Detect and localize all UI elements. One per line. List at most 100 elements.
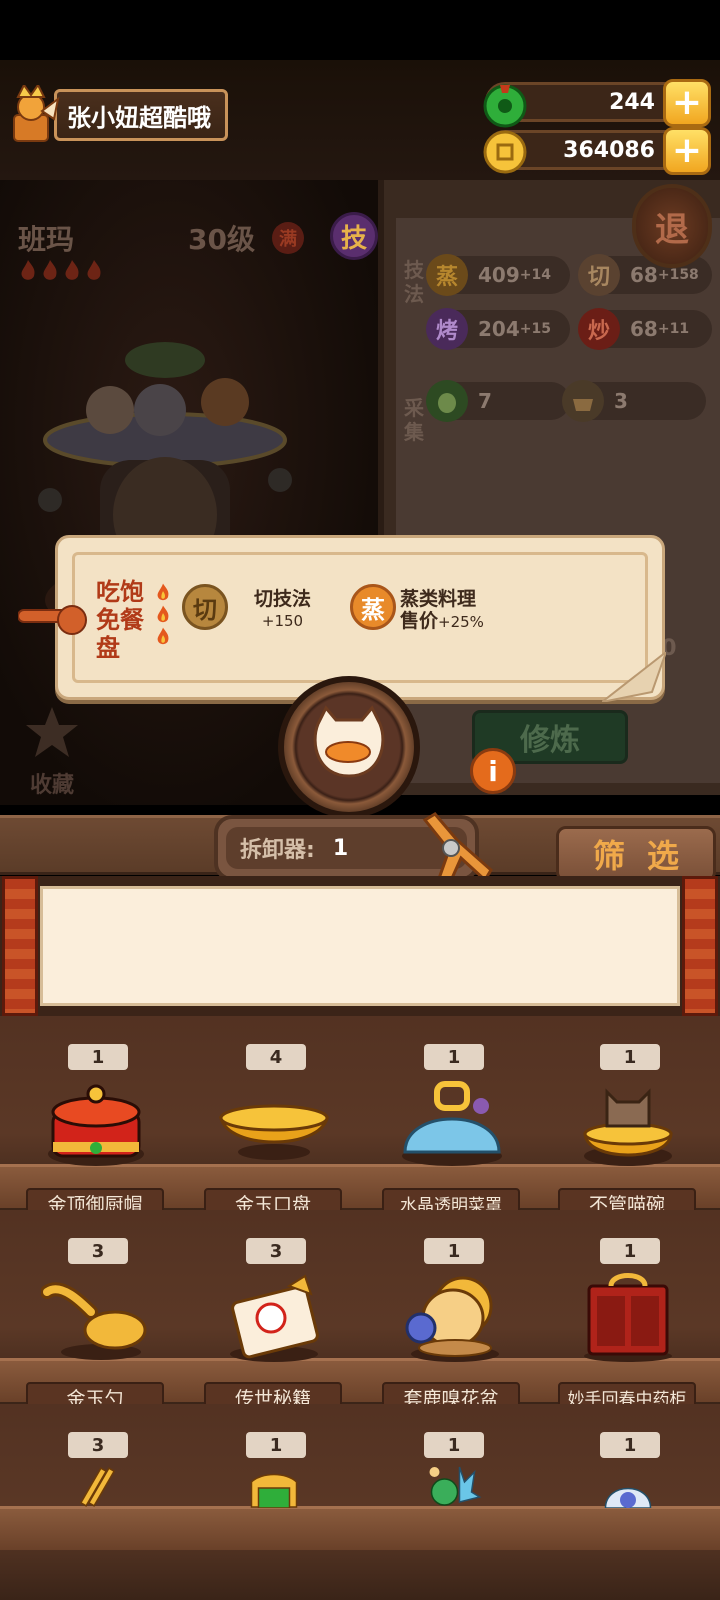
flame-icon bbox=[43, 260, 57, 280]
item-count: 3 bbox=[68, 1432, 128, 1458]
item-count: 1 bbox=[68, 1044, 128, 1070]
item-count: 1 bbox=[424, 1238, 484, 1264]
cut-badge-icon: 切 bbox=[182, 584, 228, 630]
frog-toy-icon bbox=[429, 1466, 482, 1506]
roast-badge: 烤 bbox=[426, 308, 468, 350]
inventory-item[interactable]: 1 不管喵碗 bbox=[538, 1016, 714, 1218]
add-coins-button[interactable]: + bbox=[663, 127, 711, 175]
gold-frame-icon bbox=[250, 1473, 298, 1508]
roast-bonus: +15 bbox=[519, 321, 551, 337]
vegetable-icon bbox=[426, 380, 468, 422]
favorite-button[interactable]: 收藏 bbox=[22, 705, 82, 799]
inventory-item[interactable]: 4 金玉口盘 bbox=[184, 1016, 360, 1218]
inventory-item[interactable]: 1 水晶透明菜罩 bbox=[362, 1016, 538, 1218]
tooltip-item-name: 吃饱免餐盘 bbox=[96, 578, 144, 662]
favorite-label: 收藏 bbox=[29, 773, 74, 798]
cat-plate-icon bbox=[313, 705, 385, 778]
coin-icon bbox=[480, 127, 530, 177]
effect1-title: 切技法 bbox=[254, 588, 312, 610]
flame-icon bbox=[21, 260, 35, 280]
info-icon[interactable]: i bbox=[470, 748, 516, 794]
add-jade-button[interactable]: + bbox=[663, 79, 711, 127]
tooltip-effect1: 切技法 +150 bbox=[254, 588, 311, 632]
max-level-badge: 满 bbox=[272, 222, 304, 254]
stats-panel: 技法 采集 蒸 409 +14 切 68 +158 烤 204 +15 炒 68 +11… bbox=[378, 180, 720, 795]
veg-value: 7 bbox=[478, 389, 492, 413]
character-rarity bbox=[18, 258, 104, 282]
inventory-item[interactable]: 1 妙手回春中药柜 bbox=[538, 1210, 714, 1412]
fry-value: 68 bbox=[630, 317, 658, 341]
top-bar: 张小妞超酷哦 244 + 364086 + bbox=[0, 60, 720, 180]
jade-icon bbox=[480, 79, 530, 129]
game-screen: { "player": {"name": "张小妞超酷哦"}, "resourc… bbox=[0, 0, 720, 1600]
steam-bonus: +14 bbox=[519, 267, 551, 283]
player-avatar-icon bbox=[4, 83, 60, 145]
item-count: 1 bbox=[424, 1432, 484, 1458]
flower-pot-icon bbox=[405, 1276, 499, 1362]
gather-label: 采集 bbox=[404, 396, 424, 444]
shelf-row: 1 金顶御厨帽 4 金玉口盘 1 水晶透明菜罩 1 不管喵碗 bbox=[0, 1016, 720, 1218]
exit-button[interactable]: 退 bbox=[632, 184, 712, 268]
fry-badge: 炒 bbox=[578, 308, 620, 350]
flame-icon bbox=[65, 260, 79, 280]
cut-value: 68 bbox=[630, 263, 658, 287]
skill-button[interactable]: 技 bbox=[330, 212, 378, 260]
scroll-paper bbox=[40, 886, 680, 1006]
item-count: 4 bbox=[246, 1044, 306, 1070]
inventory-item[interactable]: 3 传世秘籍 bbox=[184, 1210, 360, 1412]
effect2-title: 蒸类料理 bbox=[400, 588, 477, 610]
gold-plate-icon bbox=[219, 1104, 329, 1160]
shelf-row: 3 金玉勺 3 传世秘籍 1 套鹿嗅花盆 1 妙手回春中药柜 bbox=[0, 1210, 720, 1412]
flame-icon bbox=[87, 260, 101, 280]
page-curl-decoration bbox=[602, 652, 666, 702]
inventory-item[interactable]: 1 金顶御厨帽 bbox=[6, 1016, 182, 1218]
flame-icon bbox=[157, 605, 169, 623]
inventory-item[interactable]: 1 bbox=[538, 1404, 714, 1600]
inventory-item[interactable]: 3 金玉勺 bbox=[6, 1210, 182, 1412]
steam-value: 409 bbox=[478, 263, 520, 287]
item-count: 1 bbox=[600, 1044, 660, 1070]
stat-fry: 炒 68 +11 bbox=[578, 308, 712, 350]
scroll-right-rod bbox=[682, 876, 718, 1016]
tooltip-effect2: 蒸类料理 售价+25% bbox=[400, 588, 484, 633]
effect2-sub: 售价 bbox=[400, 610, 439, 632]
chopsticks-icon bbox=[79, 1467, 116, 1507]
cut-bonus: +158 bbox=[657, 267, 699, 283]
item-tooltip: 吃饱免餐盘 切 切技法 +150 蒸 蒸类料理 售价+25% bbox=[55, 535, 665, 700]
flame-icon bbox=[157, 583, 169, 601]
inventory-item[interactable]: 1 套鹿嗅花盆 bbox=[362, 1210, 538, 1412]
effect1-value: +150 bbox=[261, 612, 304, 630]
blue-plate-icon bbox=[604, 1487, 652, 1508]
pointer-hand-icon bbox=[18, 605, 87, 635]
grain-basket-icon bbox=[562, 380, 604, 422]
item-count: 1 bbox=[246, 1432, 306, 1458]
medicine-cabinet-icon bbox=[584, 1273, 672, 1362]
item-count: 1 bbox=[600, 1432, 660, 1458]
item-count: 1 bbox=[600, 1238, 660, 1264]
cat-bowl-icon bbox=[583, 1088, 673, 1166]
cut-badge: 切 bbox=[578, 254, 620, 296]
inventory-item[interactable]: 1 bbox=[362, 1404, 538, 1600]
character-level: 30级 bbox=[188, 223, 255, 256]
flame-icon bbox=[157, 627, 169, 645]
shelf-row: 3 1 1 1 bbox=[0, 1404, 720, 1600]
disassembler-label: 拆卸器: bbox=[240, 838, 315, 863]
crystal-cover-icon bbox=[402, 1081, 502, 1166]
effect2-value: +25% bbox=[438, 613, 484, 631]
filter-button[interactable]: 筛选 bbox=[556, 826, 716, 882]
equip-slot[interactable] bbox=[278, 676, 420, 818]
chef-hat-icon bbox=[48, 1084, 144, 1166]
star-icon bbox=[26, 707, 78, 757]
coin-resource: 364086 + bbox=[483, 127, 711, 175]
item-count: 3 bbox=[246, 1238, 306, 1264]
gold-spoon-icon bbox=[41, 1282, 147, 1360]
steam-badge-icon: 蒸 bbox=[350, 584, 396, 630]
roast-value: 204 bbox=[478, 317, 520, 341]
inventory-item[interactable]: 1 bbox=[184, 1404, 360, 1600]
inventory-item[interactable]: 3 bbox=[6, 1404, 182, 1600]
disassembler-count: 1 bbox=[332, 835, 349, 861]
secret-book-icon bbox=[230, 1274, 319, 1362]
scroll-left-rod bbox=[2, 876, 38, 1016]
player-profile[interactable]: 张小妞超酷哦 bbox=[4, 83, 228, 146]
stat-veg: 7 bbox=[426, 380, 570, 422]
